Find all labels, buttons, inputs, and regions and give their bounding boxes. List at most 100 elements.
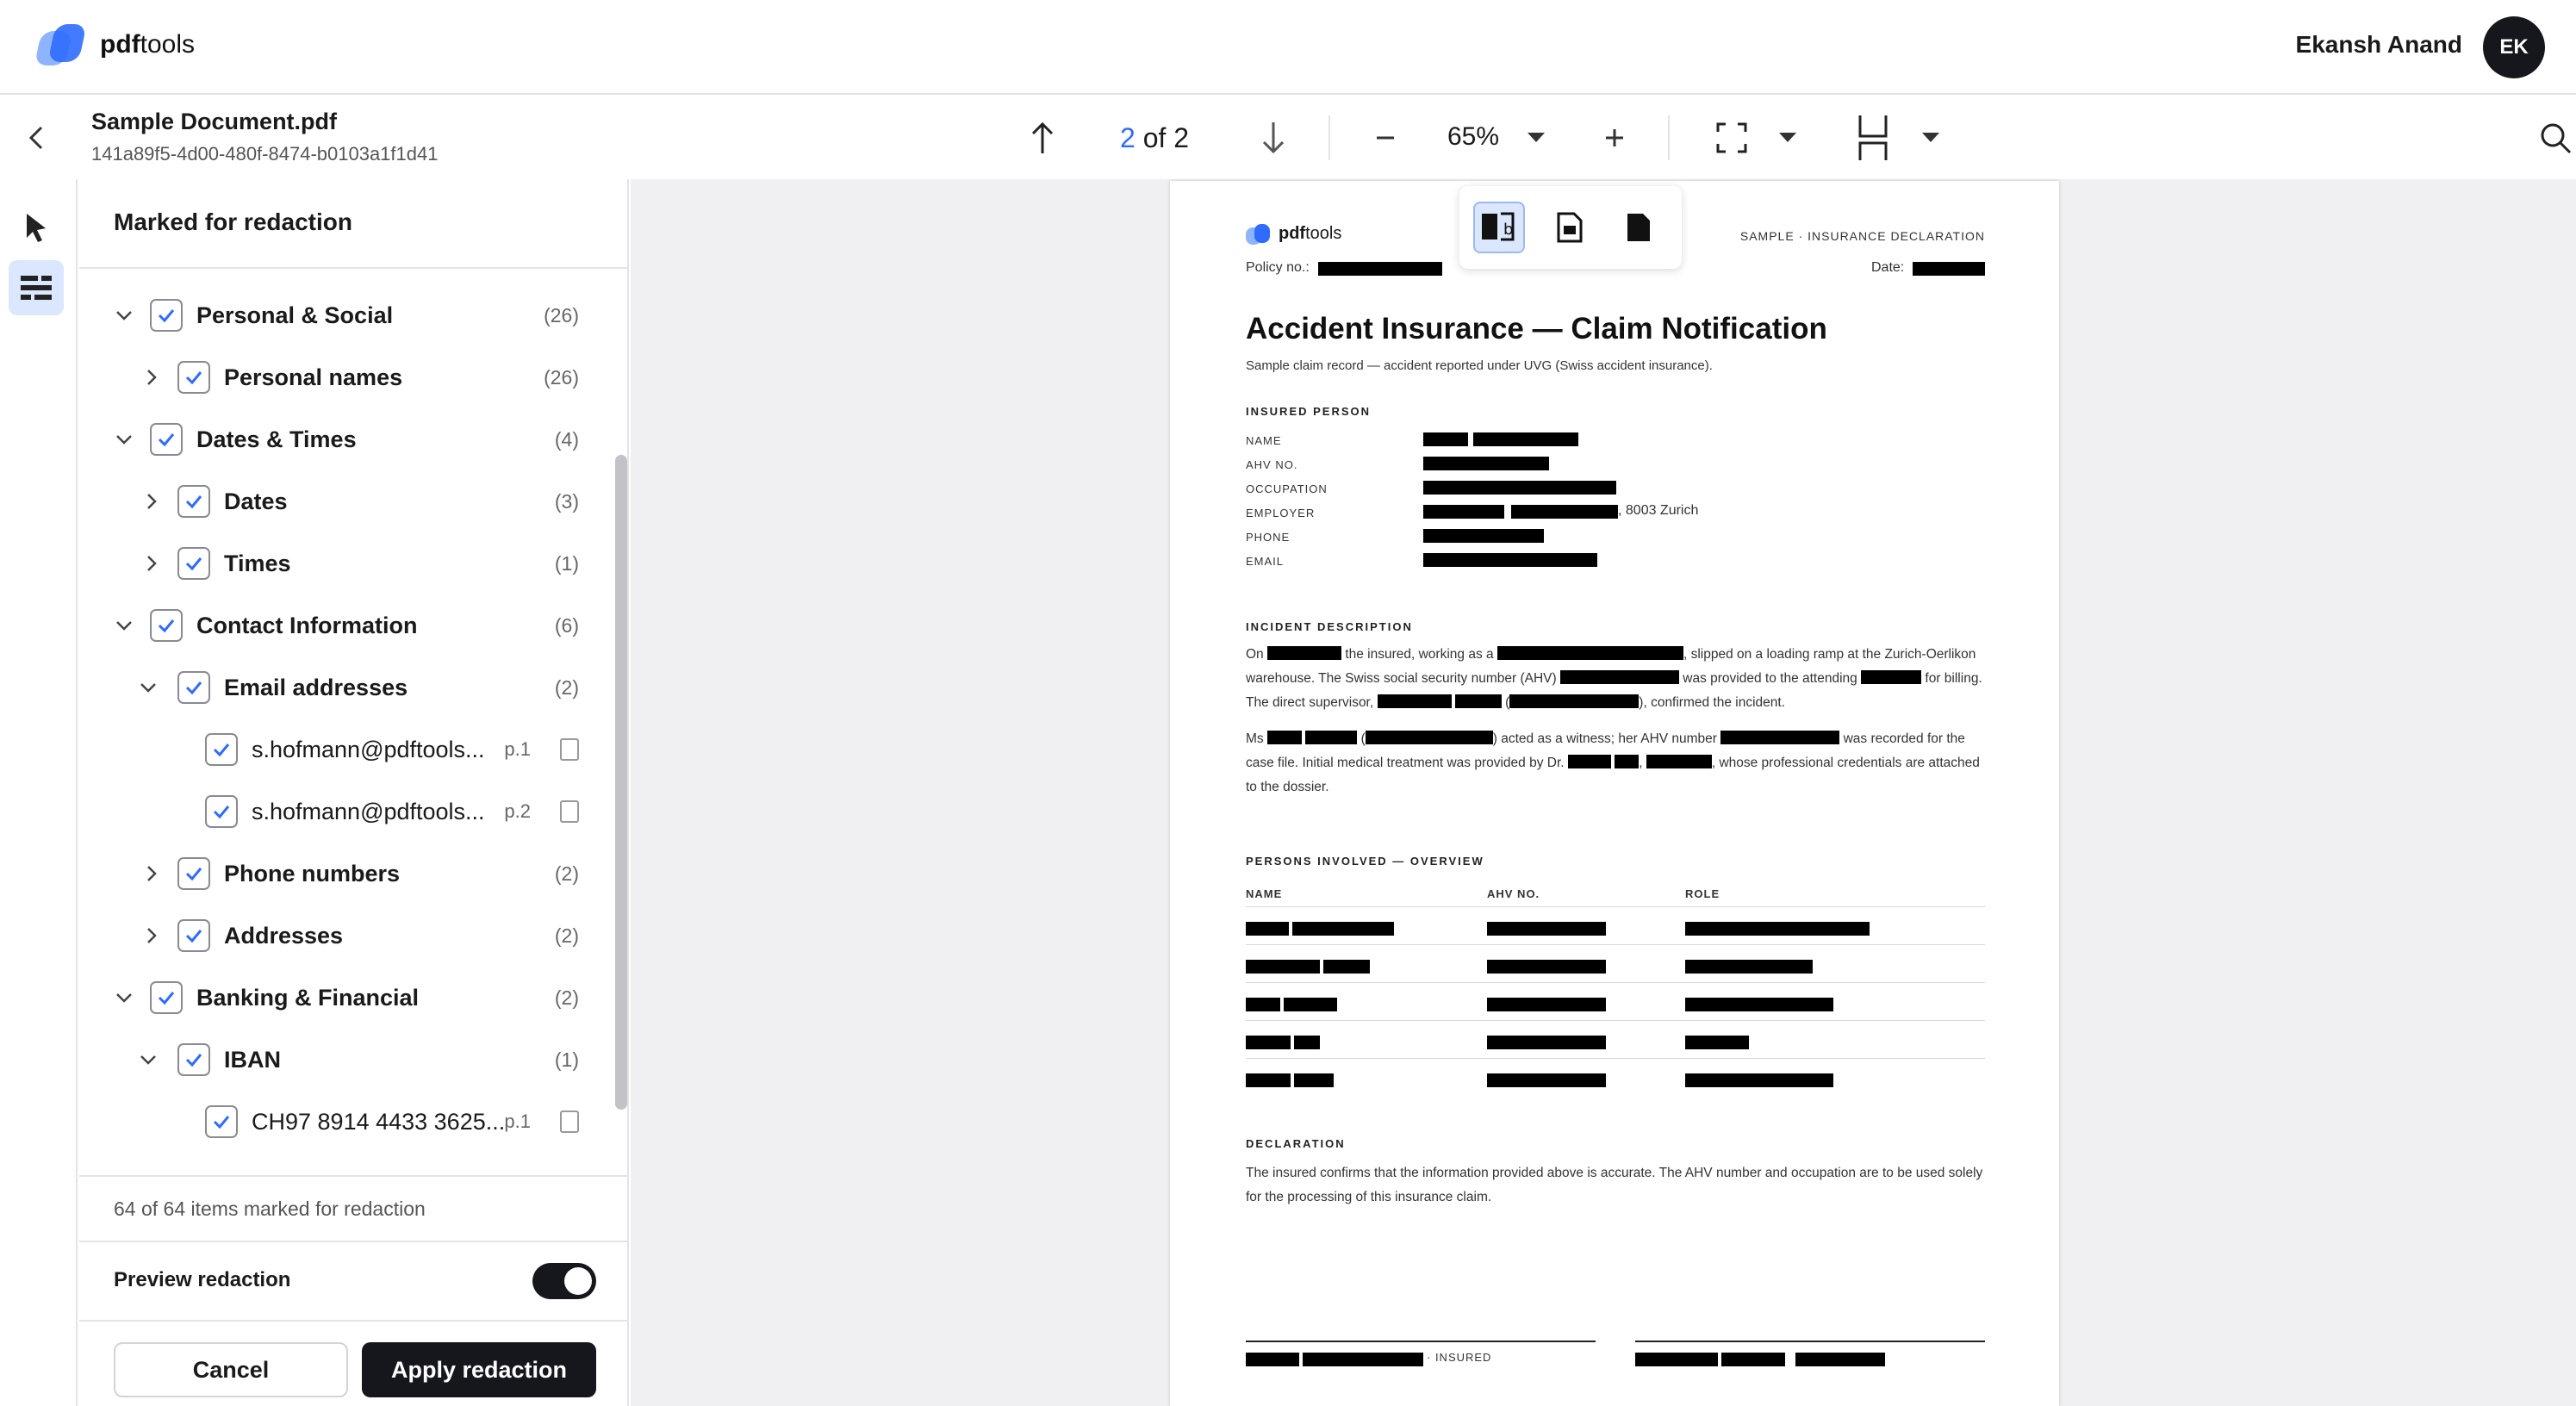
fit-page-button[interactable] xyxy=(1714,114,1749,162)
employer-city: , 8003 Zurich xyxy=(1618,503,1699,518)
redaction-box xyxy=(1294,1036,1320,1049)
apply-redaction-button[interactable]: Apply redaction xyxy=(362,1342,596,1397)
checkbox-checked[interactable] xyxy=(177,547,210,580)
date-label: Date: xyxy=(1871,260,1905,275)
item-count: (6) xyxy=(554,613,579,637)
checkbox-checked[interactable] xyxy=(177,671,210,704)
redaction-box xyxy=(1423,553,1597,567)
section-heading: INCIDENT DESCRIPTION xyxy=(1246,620,1413,633)
chevron-down-icon[interactable] xyxy=(112,427,136,451)
tree-row-addresses[interactable]: Addresses (2) xyxy=(79,905,613,967)
page-indicator[interactable]: 2 of 2 xyxy=(1120,122,1189,154)
compare-view-button[interactable]: b xyxy=(1473,202,1525,253)
redaction-tool-button[interactable] xyxy=(9,260,64,315)
chevron-left-icon xyxy=(28,126,43,150)
zoom-dropdown[interactable] xyxy=(1523,114,1549,162)
document-icon[interactable] xyxy=(560,1110,579,1133)
panel-scrollbar[interactable] xyxy=(612,271,627,1175)
tree-row-times[interactable]: Times (1) xyxy=(79,532,613,594)
checkbox-checked[interactable] xyxy=(177,485,210,518)
redaction-box xyxy=(1292,922,1394,936)
declaration-text: The insured confirms that the informatio… xyxy=(1246,1166,1983,1204)
redaction-list-icon xyxy=(21,276,52,300)
top-bar: pdftools Ekansh Anand EK xyxy=(0,0,2576,95)
checkbox-checked[interactable] xyxy=(177,857,210,890)
document-toolbar: Sample Document.pdf 141a89f5-4d00-480f-8… xyxy=(0,96,2576,179)
redaction-tree: Personal & Social (26) Personal names (2… xyxy=(79,271,613,1175)
chevron-down-icon[interactable] xyxy=(112,986,136,1010)
previous-page-button[interactable] xyxy=(1025,114,1060,162)
scrollbar-thumb[interactable] xyxy=(615,455,627,1110)
tree-row-phone-numbers[interactable]: Phone numbers (2) xyxy=(79,843,613,905)
checkbox-checked[interactable] xyxy=(205,733,238,766)
chevron-right-icon[interactable] xyxy=(140,365,164,389)
chevron-right-icon[interactable] xyxy=(140,862,164,886)
tree-row-dates-times[interactable]: Dates & Times (4) xyxy=(79,408,613,470)
document-icon[interactable] xyxy=(560,738,579,761)
final-view-button[interactable] xyxy=(1613,202,1664,253)
document-icon[interactable] xyxy=(560,800,579,823)
tree-row-iban-item[interactable]: CH97 8914 4433 3625... p.1 xyxy=(79,1091,613,1153)
subcategory-label: Email addresses xyxy=(224,674,408,700)
caret-down-icon xyxy=(1779,133,1796,142)
checkbox-checked[interactable] xyxy=(177,1043,210,1076)
page-layout-button[interactable] xyxy=(1856,112,1890,164)
select-tool-button[interactable] xyxy=(9,200,64,255)
field-label: AHV NO. xyxy=(1246,458,1298,471)
fit-dropdown[interactable] xyxy=(1775,114,1801,162)
chevron-right-icon[interactable] xyxy=(140,551,164,575)
redaction-box xyxy=(1423,457,1549,470)
back-button[interactable] xyxy=(24,122,50,153)
zoom-out-button[interactable] xyxy=(1370,114,1401,162)
checkbox-checked[interactable] xyxy=(177,919,210,952)
toggle-knob xyxy=(564,1267,592,1295)
redaction-box xyxy=(1487,960,1606,974)
table-rule xyxy=(1246,1020,1985,1021)
cancel-button[interactable]: Cancel xyxy=(114,1342,348,1397)
item-count: (26) xyxy=(544,303,579,327)
tree-row-email-addresses[interactable]: Email addresses (2) xyxy=(79,656,613,719)
tree-row-personal-names[interactable]: Personal names (26) xyxy=(79,346,613,408)
redaction-box xyxy=(1473,432,1578,446)
next-page-button[interactable] xyxy=(1256,114,1291,162)
checkbox-checked[interactable] xyxy=(205,795,238,828)
tree-row-banking-financial[interactable]: Banking & Financial (2) xyxy=(79,967,613,1029)
zoom-in-button[interactable] xyxy=(1599,114,1630,162)
checkbox-checked[interactable] xyxy=(150,981,183,1014)
avatar[interactable]: EK xyxy=(2483,16,2545,78)
tree-row-personal-social[interactable]: Personal & Social (26) xyxy=(79,284,613,346)
chevron-down-icon[interactable] xyxy=(136,1048,160,1072)
checkbox-checked[interactable] xyxy=(177,361,210,394)
checkbox-checked[interactable] xyxy=(150,609,183,642)
chevron-right-icon[interactable] xyxy=(140,924,164,948)
pdf-logo-prefix: pdf xyxy=(1279,223,1306,243)
page-total: of 2 xyxy=(1142,122,1190,153)
tree-row-iban[interactable]: IBAN (1) xyxy=(79,1029,613,1091)
chevron-down-icon[interactable] xyxy=(136,675,160,700)
chevron-down-icon[interactable] xyxy=(112,303,136,327)
pdf-logo: pdf tools xyxy=(1246,222,1341,245)
redaction-panel: Marked for redaction Personal & Social (… xyxy=(79,179,629,1406)
fullscreen-icon xyxy=(1716,122,1747,153)
page-layout-icon xyxy=(1858,115,1888,160)
chevron-right-icon[interactable] xyxy=(140,489,164,513)
checkbox-checked[interactable] xyxy=(205,1105,238,1138)
app-logo[interactable]: pdftools xyxy=(34,22,195,67)
checkbox-checked[interactable] xyxy=(150,299,183,332)
tree-row-contact-information[interactable]: Contact Information (6) xyxy=(79,594,613,656)
preview-redaction-toggle[interactable] xyxy=(532,1263,596,1299)
checkbox-checked[interactable] xyxy=(150,423,183,456)
chevron-down-icon[interactable] xyxy=(112,613,136,638)
tree-row-email-item[interactable]: s.hofmann@pdftools... p.2 xyxy=(79,781,613,843)
zoom-level[interactable]: 65% xyxy=(1447,122,1499,152)
redacted-view-button[interactable] xyxy=(1544,202,1596,253)
tree-row-email-item[interactable]: s.hofmann@pdftools... p.1 xyxy=(79,719,613,781)
toolbar-divider xyxy=(1328,115,1330,160)
section-heading: DECLARATION xyxy=(1246,1137,1346,1150)
layout-dropdown[interactable] xyxy=(1918,114,1944,162)
redaction-box xyxy=(1323,960,1370,974)
search-button[interactable] xyxy=(2538,114,2573,162)
tree-row-dates[interactable]: Dates (3) xyxy=(79,470,613,532)
redaction-box xyxy=(1721,1353,1785,1366)
redaction-box xyxy=(1487,1073,1606,1087)
